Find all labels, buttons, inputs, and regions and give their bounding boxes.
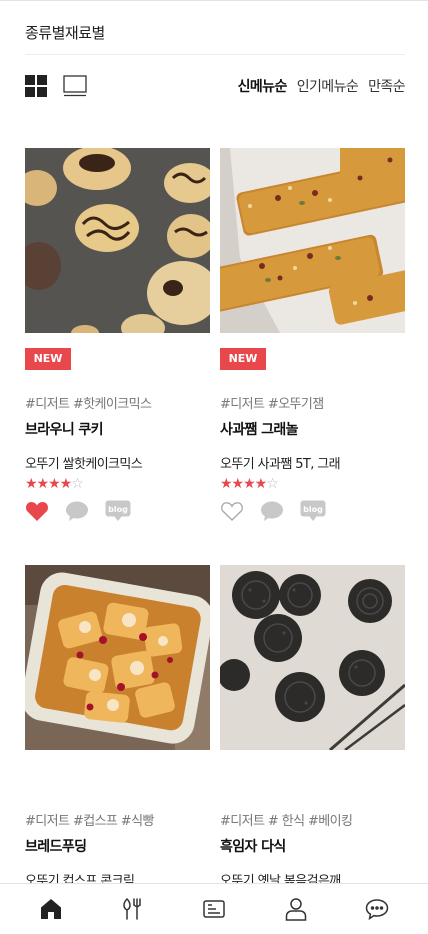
chat-icon[interactable] <box>359 891 395 927</box>
recipe-product: 오뚜기 쌀핫케이크믹스 <box>25 457 143 472</box>
recipe-card[interactable]: NEW #디저트 #오뚜기잼 사과쨈 그래놀 오뚜기 사과쨈 5T, 그래 ★★… <box>220 148 405 521</box>
recipe-photo-black-sesame-dasik[interactable] <box>220 565 405 750</box>
blog-icon[interactable]: blog <box>300 500 326 526</box>
comment-icon[interactable] <box>260 500 284 526</box>
recipe-photo-granola-bars[interactable] <box>220 148 405 333</box>
recipe-actions: blog <box>25 500 131 526</box>
recipe-tags: #디저트 #오뚜기잼 <box>220 397 324 412</box>
recipe-tags: #디저트 #핫케이크믹스 <box>25 397 152 412</box>
recipe-tags: #디저트 # 한식 #베이킹 <box>220 814 353 829</box>
profile-icon[interactable] <box>278 891 314 927</box>
recipe-card[interactable]: #디저트 # 한식 #베이킹 흑임자 다식 오뚜기 옛날 볶음검은깨 ★★★★☆ <box>220 565 405 909</box>
new-badge: NEW <box>25 348 71 370</box>
recipe-name[interactable]: 브라우니 쿠키 <box>25 419 104 439</box>
grid-view-icon[interactable] <box>25 75 47 97</box>
sort-satisfaction[interactable]: 만족순 <box>368 76 405 96</box>
recipe-fork-knife-icon[interactable] <box>114 891 150 927</box>
sort-menu: 신메뉴순 인기메뉴순 만족순 <box>238 76 406 96</box>
new-badge: NEW <box>220 348 266 370</box>
sort-popular-menu[interactable]: 인기메뉴순 <box>297 76 359 96</box>
recipe-card[interactable]: #디저트 #컵스프 #식빵 브레드푸딩 오뚜기 컵스프 콘크림 ★★★★☆ <box>25 565 210 909</box>
recipe-tags: #디저트 #컵스프 #식빵 <box>25 814 154 829</box>
blog-icon[interactable]: blog <box>105 500 131 526</box>
list-view-icon[interactable] <box>63 75 87 97</box>
recipe-name[interactable]: 사과쨈 그래놀 <box>220 419 299 439</box>
rating-stars: ★★★★☆ <box>25 476 84 492</box>
bottom-nav <box>0 883 428 934</box>
home-icon[interactable] <box>33 891 69 927</box>
recipe-name[interactable]: 흑임자 다식 <box>220 836 286 856</box>
sort-new-menu[interactable]: 신메뉴순 <box>238 76 288 96</box>
recipe-photo-cookies[interactable] <box>25 148 210 333</box>
view-toggles <box>25 75 87 97</box>
recipe-card[interactable]: NEW #디저트 #핫케이크믹스 브라우니 쿠키 오뚜기 쌀핫케이크믹스 ★★★… <box>25 148 210 521</box>
recipe-product: 오뚜기 사과쨈 5T, 그래 <box>220 457 341 472</box>
header-divider <box>25 54 405 55</box>
page-title[interactable]: 종류별재료별 <box>25 22 105 43</box>
rating-stars: ★★★★☆ <box>220 476 279 492</box>
comment-icon[interactable] <box>65 500 89 526</box>
top-border <box>0 0 428 1</box>
like-heart-icon[interactable] <box>25 500 49 526</box>
recipe-photo-bread-pudding[interactable] <box>25 565 210 750</box>
svg-text:blog: blog <box>303 505 323 514</box>
recipe-actions: blog <box>220 500 326 526</box>
like-heart-outline-icon[interactable] <box>220 500 244 526</box>
svg-text:blog: blog <box>108 505 128 514</box>
news-card-icon[interactable] <box>196 891 232 927</box>
recipe-name[interactable]: 브레드푸딩 <box>25 836 87 856</box>
